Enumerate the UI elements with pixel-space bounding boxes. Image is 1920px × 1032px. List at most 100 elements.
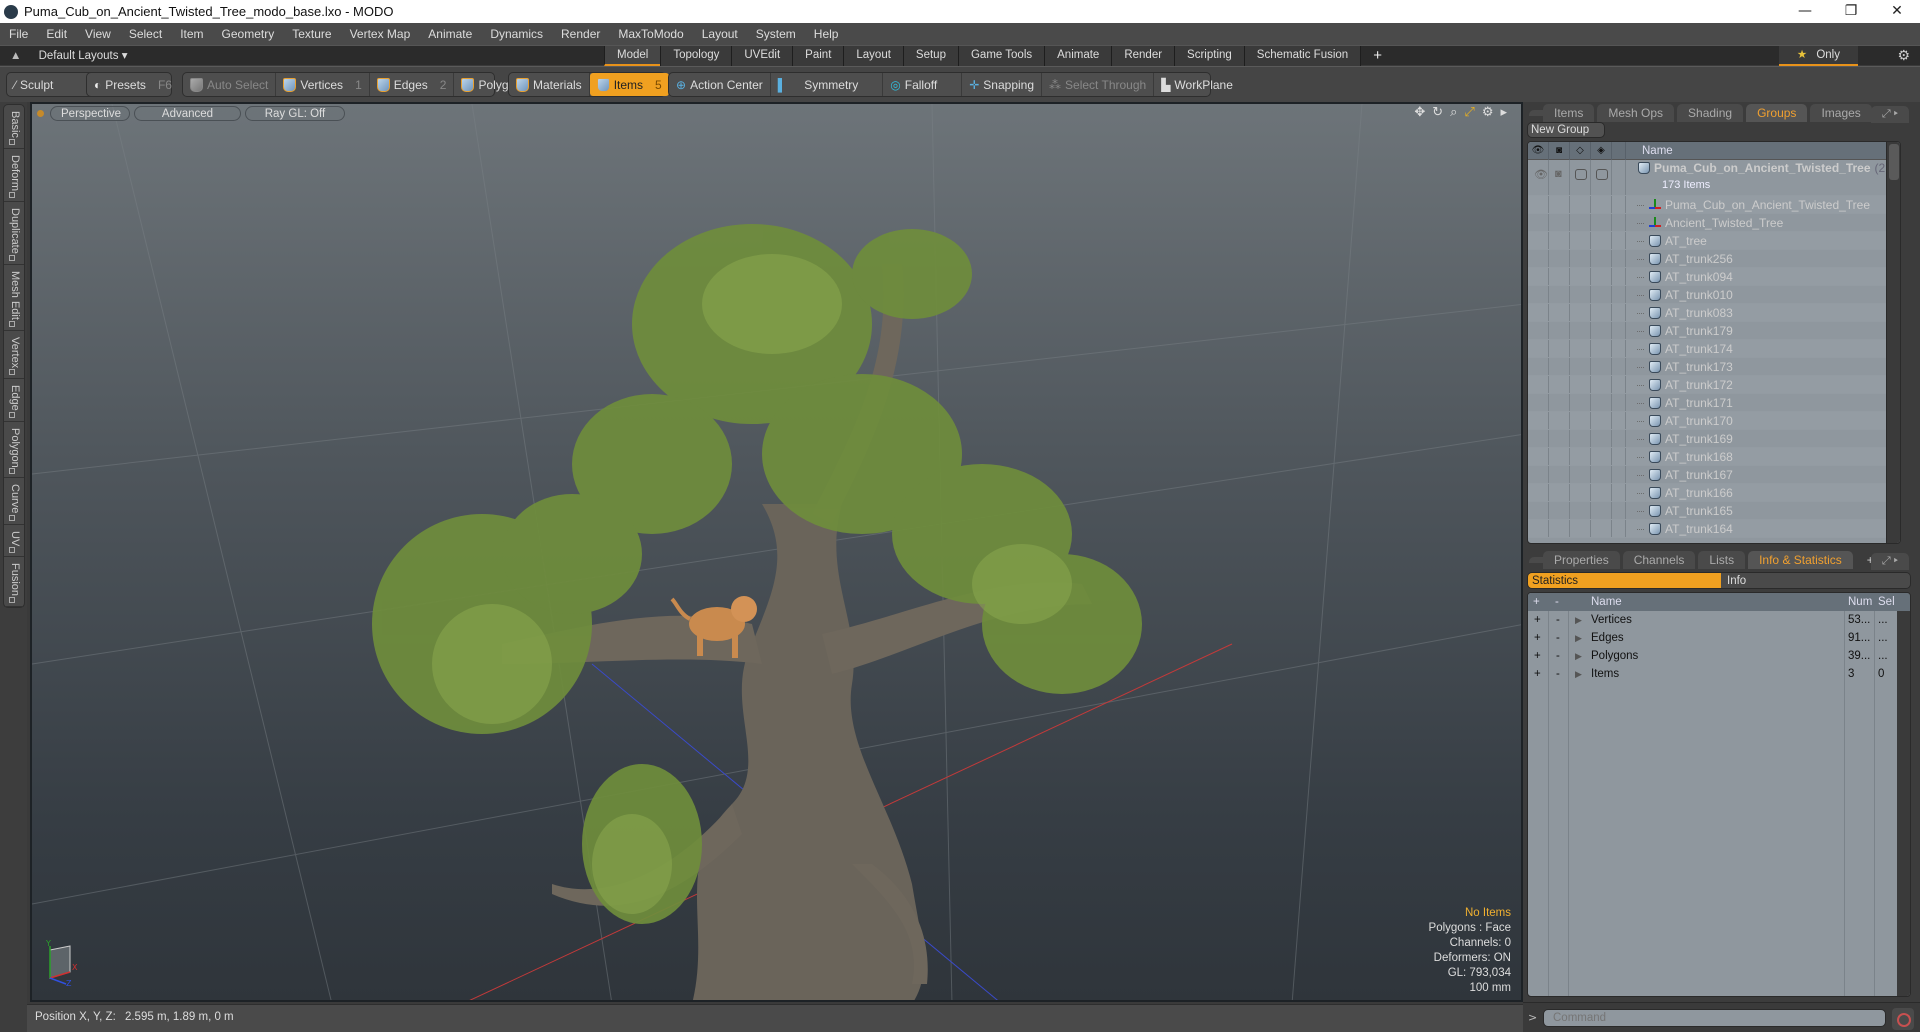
maximize-viewport-icon[interactable]: ⤢ (1464, 105, 1474, 120)
zoom-icon[interactable]: ⌕ (1450, 105, 1457, 120)
group-item-row[interactable]: ···· AT_trunk164 (1528, 520, 1900, 538)
menu-animate[interactable]: Animate (419, 27, 481, 41)
group-item-row[interactable]: ···· AT_trunk173 (1528, 358, 1900, 376)
symmetry-button[interactable]: ▌ Symmetry (771, 73, 884, 96)
menu-render[interactable]: Render (552, 27, 609, 41)
vertices-button[interactable]: Vertices 1 (276, 73, 370, 96)
group-item-row[interactable]: ···· AT_trunk170 (1528, 412, 1900, 430)
group-item-row[interactable]: ···· Ancient_Twisted_Tree (1528, 214, 1900, 232)
sidetab-curve[interactable]: Curve (4, 478, 24, 525)
tab-info-statistics[interactable]: Info & Statistics (1748, 551, 1853, 569)
sidetab-fusion[interactable]: Fusion (4, 557, 24, 608)
group-item-row[interactable]: ···· AT_trunk166 (1528, 484, 1900, 502)
sidetab-duplicate[interactable]: Duplicate (4, 202, 24, 265)
menu-system[interactable]: System (747, 27, 805, 41)
group-select-checkbox[interactable] (1596, 169, 1608, 180)
pan-icon[interactable]: ✥ (1414, 105, 1425, 120)
tab-render[interactable]: Render (1111, 46, 1175, 66)
command-input[interactable] (1543, 1009, 1886, 1027)
expand-row-button[interactable]: + (1534, 647, 1541, 665)
collapse-row-button[interactable]: - (1556, 665, 1560, 683)
tab-lists[interactable]: Lists (1698, 551, 1746, 569)
group-row[interactable]: 👁 ◙ Puma_Cub_on_Ancient_Twisted_Tree (2 … (1528, 160, 1900, 196)
group-item-row[interactable]: ···· AT_trunk169 (1528, 430, 1900, 448)
groups-scrollbar[interactable] (1886, 142, 1900, 543)
group-item-row[interactable]: ···· AT_trunk165 (1528, 502, 1900, 520)
menu-texture[interactable]: Texture (283, 27, 340, 41)
new-group-button[interactable]: New Group (1527, 122, 1605, 138)
stats-panel-menu-dot[interactable] (1529, 557, 1551, 563)
subtab-statistics[interactable]: Statistics (1528, 573, 1721, 588)
viewport-expand-arrow-icon[interactable]: ▸ (1500, 105, 1507, 120)
tab-animate[interactable]: Animate (1044, 46, 1112, 66)
collapse-row-button[interactable]: - (1556, 611, 1560, 629)
group-item-row[interactable]: ···· AT_trunk094 (1528, 268, 1900, 286)
workplane-button[interactable]: ▙ WorkPlane (1154, 73, 1240, 96)
render-column-icon[interactable]: ◙ (1549, 142, 1570, 160)
tab-shading[interactable]: Shading (1677, 104, 1744, 122)
select-column-icon[interactable]: ◈ (1591, 142, 1612, 160)
action-center-button[interactable]: ⊕ Action Center (669, 73, 771, 96)
falloff-button[interactable]: ◎ Falloff (883, 73, 963, 96)
tab-game-tools[interactable]: Game Tools (957, 46, 1045, 66)
tab-mesh-ops[interactable]: Mesh Ops (1597, 104, 1675, 122)
tab-schematic-fusion[interactable]: Schematic Fusion (1243, 46, 1361, 66)
stats-panel-expand-icon[interactable]: ⤢ ▸ (1870, 553, 1909, 570)
subtab-info[interactable]: Info (1721, 573, 1910, 588)
items-button[interactable]: Items 5 (589, 73, 669, 96)
view-mode-button[interactable]: Perspective (50, 105, 130, 121)
group-item-row[interactable]: ···· AT_trunk010 (1528, 286, 1900, 304)
expand-arrow-icon[interactable]: ▶ (1575, 647, 1582, 665)
expand-all-header[interactable]: + (1533, 593, 1540, 611)
group-item-row[interactable]: ···· AT_trunk168 (1528, 448, 1900, 466)
sidetab-deform[interactable]: Deform (4, 149, 24, 202)
group-item-row[interactable]: ···· AT_trunk174 (1528, 340, 1900, 358)
sidetab-polygon[interactable]: Polygon (4, 422, 24, 479)
minimize-button[interactable]: — (1782, 0, 1828, 23)
sidetab-mesh-edit[interactable]: Mesh Edit (4, 265, 24, 331)
maximize-button[interactable]: ❐ (1828, 0, 1874, 23)
panel-expand-icon[interactable]: ⤢ ▸ (1870, 106, 1909, 123)
tab-scripting[interactable]: Scripting (1174, 46, 1244, 66)
group-item-row[interactable]: ···· AT_trunk179 (1528, 322, 1900, 340)
viewport-menu-dot[interactable] (37, 109, 44, 117)
select-through-button[interactable]: ⁂ Select Through (1042, 73, 1155, 96)
tab-images[interactable]: Images (1810, 104, 1872, 122)
add-tab-button[interactable]: + (1360, 46, 1394, 66)
group-item-row[interactable]: ···· AT_trunk083 (1528, 304, 1900, 322)
lock-column-icon[interactable]: ◇ (1570, 142, 1591, 160)
statistics-row[interactable]: + - ▶ Items 3 0 (1528, 665, 1910, 683)
menu-item[interactable]: Item (171, 27, 212, 41)
tab-setup[interactable]: Setup (902, 46, 958, 66)
presets-button[interactable]: ◐ Presets F6 (87, 73, 179, 96)
snapping-button[interactable]: ✛ Snapping (962, 73, 1043, 96)
menu-maxtomodo[interactable]: MaxToModo (609, 27, 692, 41)
materials-button[interactable]: Materials (509, 73, 590, 96)
tab-topology[interactable]: Topology (660, 46, 732, 66)
menu-vertex-map[interactable]: Vertex Map (341, 27, 420, 41)
expand-arrow-icon[interactable]: ▶ (1575, 611, 1582, 629)
group-lock-checkbox[interactable] (1575, 169, 1587, 180)
panel-menu-dot[interactable] (1529, 110, 1551, 116)
record-macro-button[interactable] (1892, 1008, 1914, 1030)
raygl-button[interactable]: Ray GL: Off (245, 105, 345, 121)
collapse-row-button[interactable]: - (1556, 629, 1560, 647)
expand-row-button[interactable]: + (1534, 665, 1541, 683)
group-item-row[interactable]: ···· AT_trunk167 (1528, 466, 1900, 484)
tab-paint[interactable]: Paint (792, 46, 844, 66)
menu-edit[interactable]: Edit (37, 27, 76, 41)
collapse-all-header[interactable]: - (1555, 593, 1559, 611)
sculpt-button[interactable]: ⁄ Sculpt (7, 73, 60, 96)
expand-arrow-icon[interactable]: ▶ (1575, 665, 1582, 683)
edges-button[interactable]: Edges 2 (370, 73, 455, 96)
collapse-row-button[interactable]: - (1556, 647, 1560, 665)
tab-layout[interactable]: Layout (843, 46, 903, 66)
tab-uvedit[interactable]: UVEdit (731, 46, 793, 66)
3d-viewport[interactable]: Perspective Advanced Ray GL: Off ✥ ↻ ⌕ ⤢… (30, 102, 1523, 1002)
group-item-row[interactable]: ···· AT_trunk256 (1528, 250, 1900, 268)
auto-select-button[interactable]: Auto Select (183, 73, 277, 96)
group-item-row[interactable]: ···· Puma_Cub_on_Ancient_Twisted_Tree (1528, 196, 1900, 214)
menu-file[interactable]: File (0, 27, 37, 41)
statistics-row[interactable]: + - ▶ Polygons 39...... (1528, 647, 1910, 665)
tab-groups[interactable]: Groups (1746, 104, 1808, 122)
